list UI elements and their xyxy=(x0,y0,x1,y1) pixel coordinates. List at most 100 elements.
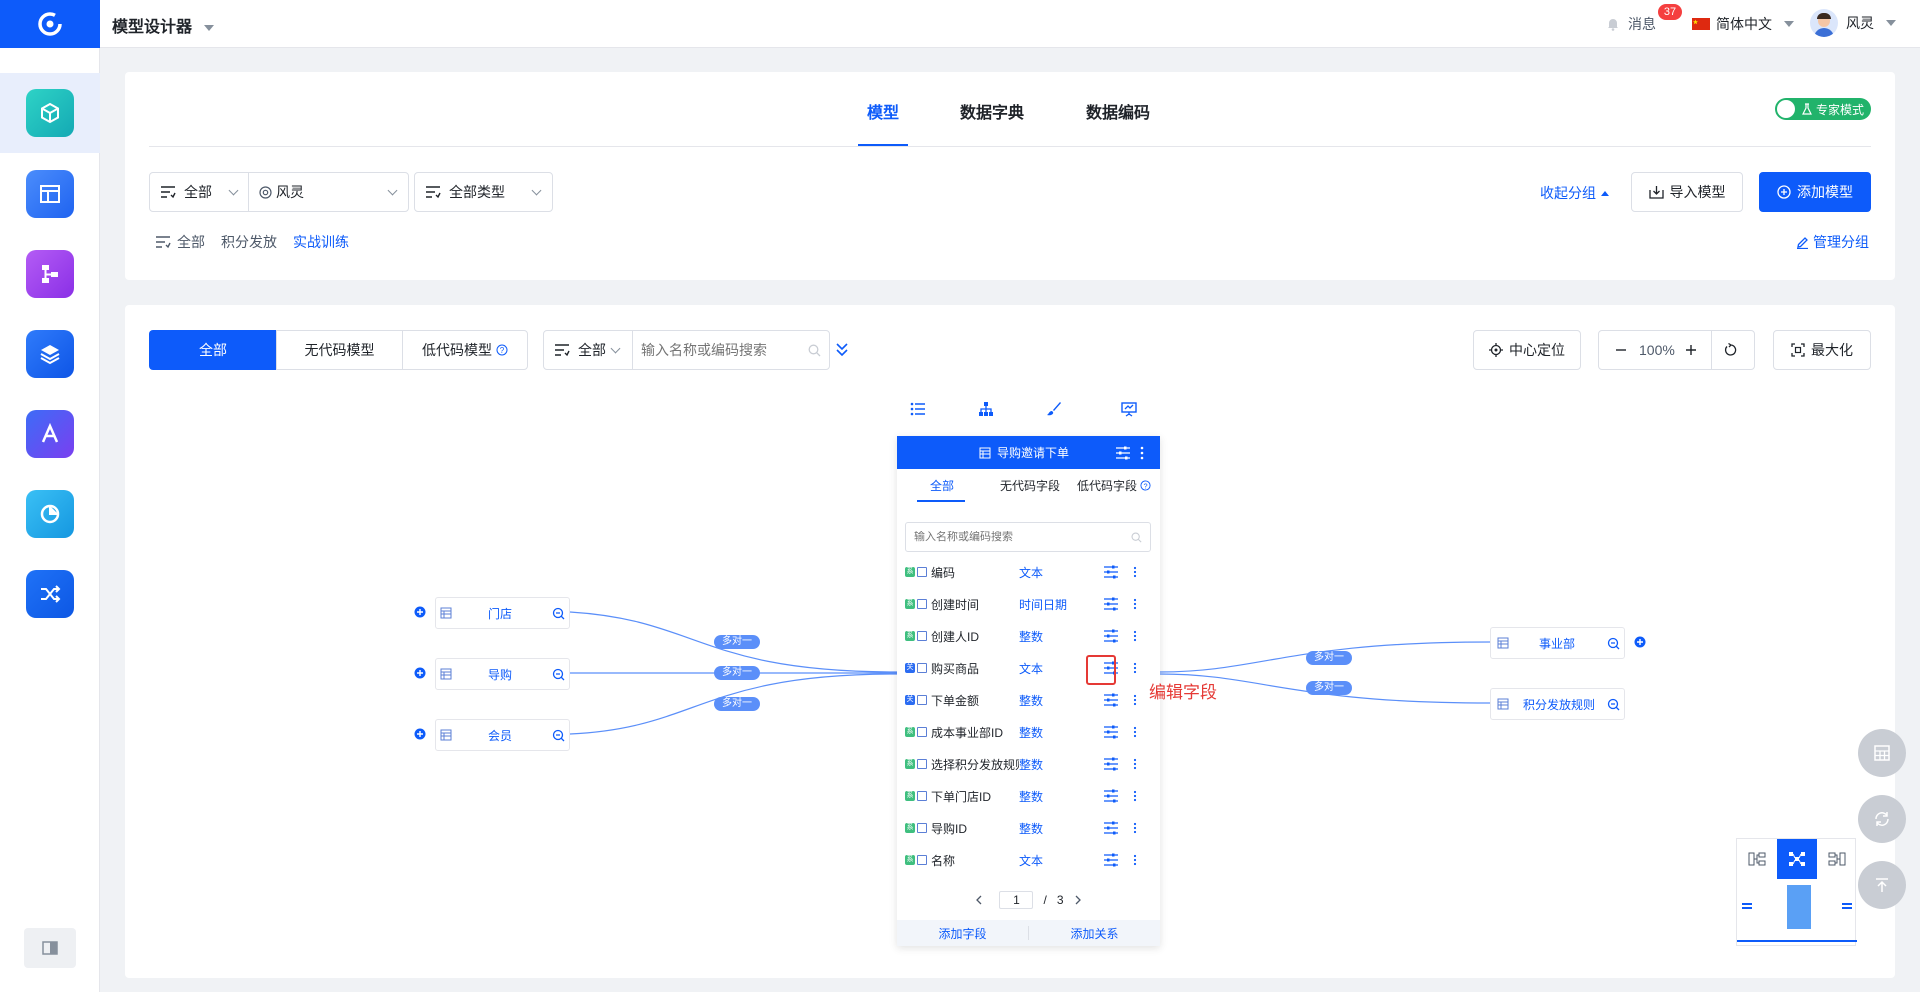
minimap-node xyxy=(1842,903,1852,905)
node-business-unit-label: 事业部 xyxy=(1539,636,1576,651)
field-row[interactable]: 系 编码 文本 xyxy=(897,556,1160,588)
prev-page-icon[interactable] xyxy=(975,895,983,905)
add-relation-button[interactable]: 添加关系 xyxy=(1029,925,1160,942)
node-member[interactable]: 会员 xyxy=(435,719,570,751)
more-vertical-icon[interactable] xyxy=(1133,758,1137,770)
page-input[interactable]: 1 xyxy=(999,891,1034,909)
node-store-label: 门店 xyxy=(488,606,513,621)
field-row[interactable]: 关购买商品 文本 xyxy=(897,652,1160,684)
field-row[interactable]: 系 创建人ID 整数 xyxy=(897,620,1160,652)
search-icon[interactable] xyxy=(1131,531,1142,543)
model-card-title: 导购邀请下单 xyxy=(997,446,1070,460)
field-source-badge: 系 xyxy=(905,567,915,577)
layout-horizontal-button[interactable] xyxy=(1737,839,1777,879)
minimap-central-node xyxy=(1787,885,1811,929)
locate-node-icon[interactable] xyxy=(1607,637,1620,650)
pagination: 1 / 3 xyxy=(897,888,1160,912)
more-vertical-icon[interactable] xyxy=(1133,694,1137,706)
arrow-up-icon xyxy=(1876,878,1888,892)
more-vertical-icon[interactable] xyxy=(1140,446,1144,460)
table-icon xyxy=(917,759,927,769)
table-icon xyxy=(917,599,927,609)
add-node-icon[interactable] xyxy=(414,667,426,679)
more-vertical-icon[interactable] xyxy=(1133,630,1137,642)
more-vertical-icon[interactable] xyxy=(1133,598,1137,610)
edit-field-annotation: 编辑字段 xyxy=(1149,683,1217,702)
field-row[interactable]: 系 名称 文本 xyxy=(897,844,1160,876)
edit-field-sliders-icon[interactable] xyxy=(1103,821,1119,835)
table-icon xyxy=(917,663,927,673)
add-node-icon[interactable] xyxy=(414,728,426,740)
more-vertical-icon[interactable] xyxy=(1133,790,1137,802)
more-vertical-icon[interactable] xyxy=(1133,854,1137,866)
field-source-badge: 系 xyxy=(905,791,915,801)
card-tab-no-code[interactable]: 无代码字段 xyxy=(1000,477,1060,494)
edit-field-sliders-icon[interactable] xyxy=(1103,693,1119,707)
edit-field-sliders-icon[interactable] xyxy=(1103,789,1119,803)
card-search-input[interactable] xyxy=(914,531,1114,543)
table-icon xyxy=(917,695,927,705)
layout-tree-left-icon xyxy=(1748,852,1766,866)
add-node-icon[interactable] xyxy=(1634,636,1646,648)
field-source-badge: 关 xyxy=(905,695,915,705)
node-member-label: 会员 xyxy=(488,728,513,743)
add-field-button[interactable]: 添加字段 xyxy=(897,925,1028,942)
table-icon xyxy=(917,631,927,641)
relation-badge: 多对一 xyxy=(714,666,760,680)
more-vertical-icon[interactable] xyxy=(1133,726,1137,738)
edit-field-sliders-icon[interactable] xyxy=(1103,757,1119,771)
field-row[interactable]: 关 下单金额 整数 xyxy=(897,684,1160,716)
field-row[interactable]: 系 成本事业部ID 整数 xyxy=(897,716,1160,748)
table-icon xyxy=(1497,637,1509,649)
edit-field-sliders-icon[interactable] xyxy=(1103,629,1119,643)
relation-badge: 多对一 xyxy=(1306,681,1352,695)
node-business-unit[interactable]: 事业部 xyxy=(1490,627,1625,659)
settings-sliders-icon[interactable] xyxy=(1115,446,1131,460)
edit-field-sliders-icon[interactable] xyxy=(1103,853,1119,867)
card-tab-low-code-label: 低代码字段 xyxy=(1077,479,1138,493)
add-node-icon[interactable] xyxy=(414,606,426,618)
next-page-icon[interactable] xyxy=(1074,895,1082,905)
node-store[interactable]: 门店 xyxy=(435,597,570,629)
table-icon xyxy=(917,567,927,577)
refresh-icon xyxy=(1875,812,1889,826)
edit-field-sliders-icon[interactable] xyxy=(1103,725,1119,739)
field-name: 下单门店ID xyxy=(931,789,992,804)
card-tab-low-code[interactable]: 低代码字段 ? xyxy=(1077,477,1151,494)
locate-node-icon[interactable] xyxy=(552,729,565,742)
field-type: 整数 xyxy=(1019,725,1044,740)
field-name: 编码 xyxy=(931,565,956,580)
minimap-view[interactable] xyxy=(1737,881,1857,933)
field-type: 整数 xyxy=(1019,693,1044,708)
minimap xyxy=(1736,838,1857,946)
field-source-badge: 关 xyxy=(905,663,915,673)
card-tab-all[interactable]: 全部 xyxy=(930,477,954,494)
edit-field-sliders-icon[interactable] xyxy=(1103,565,1119,579)
back-to-top-button[interactable] xyxy=(1858,861,1906,909)
layout-radial-button[interactable] xyxy=(1777,839,1817,879)
svg-text:?: ? xyxy=(1143,481,1147,490)
node-points-rule[interactable]: 积分发放规则 xyxy=(1490,688,1625,720)
field-row[interactable]: 系 创建时间 时间日期 xyxy=(897,588,1160,620)
locate-node-icon[interactable] xyxy=(552,607,565,620)
field-row[interactable]: 系 下单门店ID 整数 xyxy=(897,780,1160,812)
card-tab-indicator xyxy=(917,500,965,502)
field-type: 时间日期 xyxy=(1019,597,1068,612)
layout-vertical-button[interactable] xyxy=(1817,839,1857,879)
calculator-button[interactable] xyxy=(1858,729,1906,777)
more-vertical-icon[interactable] xyxy=(1133,566,1137,578)
more-vertical-icon[interactable] xyxy=(1133,662,1137,674)
locate-node-icon[interactable] xyxy=(1607,698,1620,711)
layout-radial-icon xyxy=(1789,852,1805,866)
relation-badge: 多对一 xyxy=(1306,651,1352,665)
field-name: 创建人ID xyxy=(931,629,980,644)
edit-field-sliders-icon[interactable] xyxy=(1103,597,1119,611)
model-card-header: 导购邀请下单 xyxy=(897,436,1160,469)
sync-button[interactable] xyxy=(1858,795,1906,843)
card-search-box xyxy=(905,522,1151,552)
node-shopping-guide[interactable]: 导购 xyxy=(435,658,570,690)
locate-node-icon[interactable] xyxy=(552,668,565,681)
field-row[interactable]: 系 导购ID 整数 xyxy=(897,812,1160,844)
more-vertical-icon[interactable] xyxy=(1133,822,1137,834)
field-row[interactable]: 系 选择积分发放规则 整数 xyxy=(897,748,1160,780)
